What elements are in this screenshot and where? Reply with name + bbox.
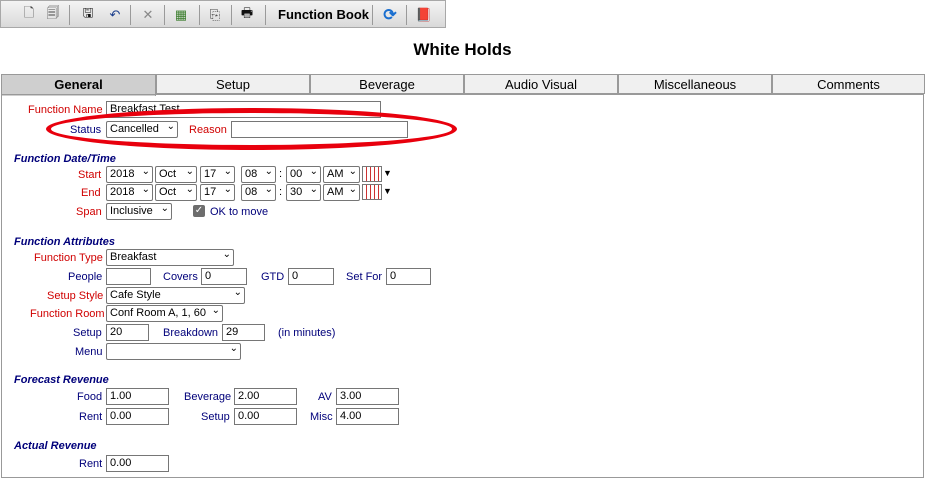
save-icon[interactable]: 🖫 bbox=[78, 5, 98, 25]
beverage-label: Beverage bbox=[184, 391, 232, 403]
set-for-input[interactable]: 0 bbox=[386, 268, 431, 285]
menu-label: Menu bbox=[75, 346, 103, 358]
covers-input[interactable]: 0 bbox=[201, 268, 247, 285]
food-input[interactable]: 1.00 bbox=[106, 388, 169, 405]
menu-select[interactable]: ⌄ bbox=[106, 343, 241, 360]
function-room-label: Function Room bbox=[30, 308, 105, 320]
people-label: People bbox=[68, 271, 103, 283]
actual-rent-label: Rent bbox=[79, 458, 103, 470]
start-label: Start bbox=[78, 169, 102, 181]
setup-revenue-label: Setup bbox=[201, 411, 230, 423]
forecast-section-title: Forecast Revenue bbox=[14, 374, 109, 386]
toolbar-separator bbox=[372, 5, 373, 25]
gtd-label: GTD bbox=[261, 271, 285, 283]
breakdown-label: Breakdown bbox=[163, 327, 219, 339]
ok-to-move-checkbox[interactable]: ✓ bbox=[193, 205, 205, 217]
start-year-select[interactable]: 2018 ⌄ bbox=[106, 166, 153, 183]
calendar-icon[interactable] bbox=[362, 166, 382, 182]
start-hour-select[interactable]: 08 ⌄ bbox=[241, 166, 276, 183]
span-label: Span bbox=[76, 206, 102, 218]
av-label: AV bbox=[318, 391, 332, 403]
food-label: Food bbox=[77, 391, 103, 403]
covers-label: Covers bbox=[163, 271, 198, 283]
span-select[interactable]: Inclusive ⌄ bbox=[106, 203, 172, 220]
setup-minutes-input[interactable]: 20 bbox=[106, 324, 149, 341]
toolbar-separator bbox=[265, 5, 266, 25]
highlight-oval bbox=[46, 108, 457, 150]
people-input[interactable] bbox=[106, 268, 151, 285]
setup-style-select[interactable]: Cafe Style ⌄ bbox=[106, 287, 245, 304]
tab-general[interactable]: General bbox=[1, 74, 156, 96]
function-room-select[interactable]: Conf Room A, 1, 60 ⌄ bbox=[106, 305, 223, 322]
toolbar-separator bbox=[130, 5, 131, 25]
toolbar: 🗋 🗐 🖫 ↶ ✕ ▦ ⎘ 🖶 Function Book ⟳ 📕 bbox=[0, 0, 446, 28]
date-section-title: Function Date/Time bbox=[14, 153, 116, 165]
end-hour-select[interactable]: 08 ⌄ bbox=[241, 184, 276, 201]
caret-down-icon[interactable]: ▼ bbox=[383, 186, 392, 196]
gtd-input[interactable]: 0 bbox=[288, 268, 334, 285]
book-icon[interactable]: 📕 bbox=[414, 5, 434, 25]
tab-bar: General Setup Beverage Audio Visual Misc… bbox=[0, 74, 925, 96]
start-minute-select[interactable]: 00 ⌄ bbox=[286, 166, 321, 183]
function-name-label: Function Name bbox=[28, 104, 103, 116]
caret-down-icon[interactable]: ▼ bbox=[383, 168, 392, 178]
copy-doc-icon[interactable]: 🗐 bbox=[43, 5, 63, 25]
actual-rent-input[interactable]: 0.00 bbox=[106, 455, 169, 472]
tab-beverage[interactable]: Beverage bbox=[310, 74, 464, 94]
rent-label: Rent bbox=[79, 411, 103, 423]
toolbar-separator bbox=[164, 5, 165, 25]
tab-miscellaneous[interactable]: Miscellaneous bbox=[618, 74, 772, 94]
toolbar-separator bbox=[69, 5, 70, 25]
actual-section-title: Actual Revenue bbox=[14, 440, 97, 452]
start-month-select[interactable]: Oct ⌄ bbox=[155, 166, 197, 183]
undo-icon[interactable]: ↶ bbox=[105, 5, 125, 25]
toolbar-separator bbox=[231, 5, 232, 25]
end-minute-select[interactable]: 30 ⌄ bbox=[286, 184, 321, 201]
start-day-select[interactable]: 17 ⌄ bbox=[200, 166, 235, 183]
end-label: End bbox=[81, 187, 101, 199]
ok-to-move-label: OK to move bbox=[210, 206, 269, 218]
toolbar-separator bbox=[199, 5, 200, 25]
setup-label: Setup bbox=[73, 327, 102, 339]
set-for-label: Set For bbox=[346, 271, 383, 283]
delete-icon[interactable]: ✕ bbox=[138, 5, 158, 25]
function-book-button[interactable]: Function Book bbox=[278, 7, 369, 22]
av-input[interactable]: 3.00 bbox=[336, 388, 399, 405]
end-ampm-select[interactable]: AM ⌄ bbox=[323, 184, 360, 201]
function-type-select[interactable]: Breakfast ⌄ bbox=[106, 249, 234, 266]
setup-revenue-input[interactable]: 0.00 bbox=[234, 408, 297, 425]
end-day-select[interactable]: 17 ⌄ bbox=[200, 184, 235, 201]
beverage-input[interactable]: 2.00 bbox=[234, 388, 297, 405]
tab-setup[interactable]: Setup bbox=[156, 74, 310, 94]
breakdown-minutes-input[interactable]: 29 bbox=[222, 324, 265, 341]
misc-label: Misc bbox=[310, 411, 333, 423]
calculator-icon[interactable]: ▦ bbox=[171, 5, 191, 25]
toolbar-separator bbox=[406, 5, 407, 25]
end-year-select[interactable]: 2018 ⌄ bbox=[106, 184, 153, 201]
refresh-icon[interactable]: ⟳ bbox=[380, 5, 400, 25]
print-icon[interactable]: 🖶 bbox=[237, 5, 257, 25]
in-minutes-label: (in minutes) bbox=[278, 327, 336, 339]
page-title: White Holds bbox=[413, 40, 512, 59]
function-type-label: Function Type bbox=[34, 252, 103, 264]
end-month-select[interactable]: Oct ⌄ bbox=[155, 184, 197, 201]
tab-audio-visual[interactable]: Audio Visual bbox=[464, 74, 618, 94]
attributes-section-title: Function Attributes bbox=[14, 236, 116, 248]
rent-input[interactable]: 0.00 bbox=[106, 408, 169, 425]
tab-comments[interactable]: Comments bbox=[772, 74, 925, 94]
pages-icon[interactable]: ⎘ bbox=[205, 5, 225, 25]
start-ampm-select[interactable]: AM ⌄ bbox=[323, 166, 360, 183]
new-doc-icon[interactable]: 🗋 bbox=[19, 5, 39, 25]
setup-style-label: Setup Style bbox=[47, 290, 104, 302]
misc-input[interactable]: 4.00 bbox=[336, 408, 399, 425]
calendar-icon[interactable] bbox=[362, 184, 382, 200]
